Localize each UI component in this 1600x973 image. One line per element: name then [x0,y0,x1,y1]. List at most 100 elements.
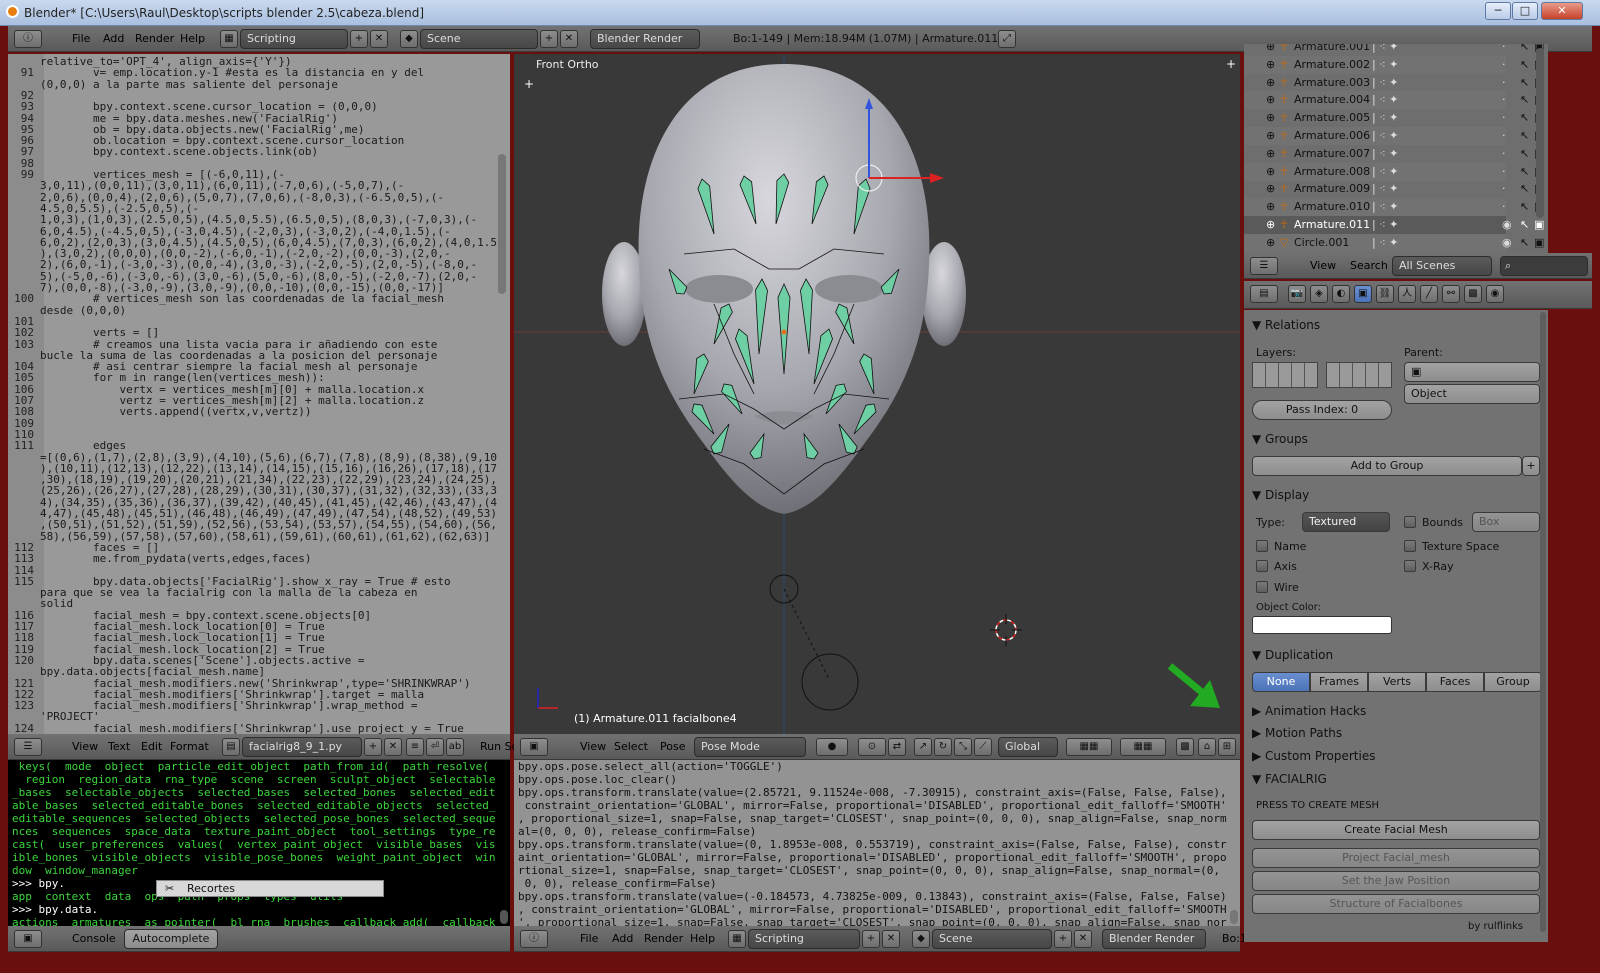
add-to-group-button[interactable]: Add to Group [1252,456,1522,476]
viewport-menu-view[interactable]: View [580,740,606,753]
expand-icon[interactable]: ⊕ [1266,234,1275,252]
console-scrollbar[interactable] [500,910,508,924]
visibility-eye-icon[interactable]: · [1502,198,1506,216]
info-editor-type-icon[interactable]: ⓘ [520,930,548,948]
info-scene-selector[interactable]: Scene [932,929,1052,949]
viewport-shading-icon[interactable]: ● [816,738,848,756]
outliner-search-input[interactable]: ⌕ [1500,256,1588,276]
autocomplete-button[interactable]: Autocomplete [124,929,218,949]
constraints-tab-icon[interactable]: ⛓ [1376,285,1394,303]
physics-tab-icon[interactable]: ◉ [1486,285,1504,303]
outliner-menu-search[interactable]: Search [1350,259,1388,272]
selectable-cursor-icon[interactable]: ↖ [1520,44,1529,56]
snap-toggle-icon[interactable]: ⌂ [1198,738,1216,756]
object-tab-icon[interactable]: ▣ [1354,285,1372,303]
text-datablock-icon[interactable]: ▤ [222,738,240,756]
layers-grid-left[interactable] [1252,362,1318,388]
python-console[interactable]: keys( mode object particle_edit_object p… [8,760,510,926]
info-menu-add[interactable]: Add [612,932,633,945]
selectable-cursor-icon[interactable]: ↖ [1520,91,1529,109]
menu-add[interactable]: Add [103,32,124,45]
expand-icon[interactable]: ⊕ [1266,180,1275,198]
new-text-icon[interactable]: + [364,738,382,756]
duplication-section-header[interactable]: ▼ Duplication [1252,648,1333,662]
text-menu-view[interactable]: View [72,740,98,753]
remove-scene-icon[interactable]: ✕ [560,30,578,48]
layers-grid-right[interactable] [1326,362,1392,388]
selectable-cursor-icon[interactable]: ↖ [1520,216,1529,234]
duplication-group-tab[interactable]: Group [1484,672,1542,692]
visibility-eye-icon[interactable]: ◉ [1502,216,1512,234]
outliner-filter-selector[interactable]: All Scenes [1392,256,1492,276]
outliner-row[interactable]: ⊕☥Armature.009| ⁖ ✦·↖▣ [1244,180,1544,198]
unlink-text-icon[interactable]: ✕ [384,738,402,756]
duplication-verts-tab[interactable]: Verts [1368,672,1426,692]
info-screen-layout-icon[interactable]: ▦ [728,930,746,948]
outliner-scrollbar[interactable] [1536,48,1544,218]
3d-viewport[interactable]: Front Ortho + + (1) Armature.011 facialb… [514,54,1240,734]
manipulator-toggle-icon[interactable]: ⇄ [888,738,906,756]
wire-checkbox[interactable] [1256,581,1268,593]
outliner-menu-view[interactable]: View [1310,259,1336,272]
console-tab-console[interactable]: Console [72,932,116,945]
structure-of-facialbones-button[interactable]: Structure of Facialbones [1252,894,1540,914]
renderable-camera-icon[interactable]: ▣ [1534,234,1544,252]
axis-checkbox[interactable] [1256,560,1268,572]
texture-tab-icon[interactable]: ▩ [1464,285,1482,303]
menu-render[interactable]: Render [135,32,174,45]
add-group-plus-button[interactable]: + [1522,456,1540,476]
text-filename[interactable]: facialrig8_9_1.py [242,737,362,757]
selectable-cursor-icon[interactable]: ↖ [1520,56,1529,74]
outliner-row[interactable]: ⊕ ☥ Armature.011 | ⁖ ✦ ◉ ↖ ▣ [1244,216,1544,234]
expand-icon[interactable]: ⊕ [1266,74,1275,92]
text-menu-edit[interactable]: Edit [141,740,162,753]
minimize-button[interactable]: ─ [1485,2,1511,20]
visibility-eye-icon[interactable]: ◉ [1502,234,1512,252]
texture-space-checkbox[interactable] [1404,540,1416,552]
viewport-menu-select[interactable]: Select [614,740,648,753]
expand-icon[interactable]: ⊕ [1266,127,1275,145]
bounds-type-selector[interactable]: Box [1472,512,1540,532]
line-numbers-toggle-icon[interactable]: ≡ [406,738,424,756]
outliner-row[interactable]: ⊕☥Armature.004| ⁖ ✦·↖▣ [1244,91,1544,110]
info-screen-layout-selector[interactable]: Scripting [748,929,860,949]
custom-properties-section-header[interactable]: ▶ Custom Properties [1252,749,1375,763]
menu-file[interactable]: File [72,32,90,45]
mode-selector[interactable]: Pose Mode [694,737,806,757]
visibility-eye-icon[interactable]: · [1502,163,1506,181]
selectable-cursor-icon[interactable]: ↖ [1520,163,1529,181]
run-script-button[interactable]: Run Sc [480,740,518,753]
scene-tab-icon[interactable]: ◈ [1310,285,1328,303]
bone-constraints-tab-icon[interactable]: ⚯ [1442,285,1460,303]
text-menu-format[interactable]: Format [170,740,209,753]
add-screen-icon[interactable]: + [350,30,368,48]
info-remove-scene-icon[interactable]: ✕ [1074,930,1092,948]
relations-section-header[interactable]: ▼ Relations [1252,318,1320,332]
selectable-cursor-icon[interactable]: ↖ [1520,145,1529,163]
recortes-tooltip[interactable]: ✂ Recortes [156,880,384,897]
maximize-button[interactable]: □ [1512,2,1538,20]
xray-checkbox[interactable] [1404,560,1416,572]
outliner-row[interactable]: ⊕ ▽ Circle.001 | ⁖ ✦ ◉ ↖ ▣ [1244,233,1544,252]
text-editor-type-icon[interactable]: ☰ [14,738,42,756]
visibility-eye-icon[interactable]: · [1502,56,1506,74]
info-menu-file[interactable]: File [580,932,598,945]
extra-manipulator-icon[interactable]: ⟋ [974,738,992,756]
snap-element-icon[interactable]: ⊞ [1218,738,1236,756]
text-scrollbar[interactable] [498,154,506,294]
name-checkbox[interactable] [1256,540,1268,552]
remove-screen-icon[interactable]: ✕ [370,30,388,48]
bone-tab-icon[interactable]: ╱ [1420,285,1438,303]
groups-section-header[interactable]: ▼ Groups [1252,432,1308,446]
layers-grid-b-icon[interactable]: ▦▦ [1120,738,1166,756]
world-tab-icon[interactable]: ◐ [1332,285,1350,303]
expand-icon[interactable]: ⊕ [1266,198,1275,216]
duplication-frames-tab[interactable]: Frames [1310,672,1368,692]
info-remove-screen-icon[interactable]: ✕ [882,930,900,948]
scene-icon[interactable]: ◆ [400,30,418,48]
info-render-engine-selector[interactable]: Blender Render [1102,929,1206,949]
word-wrap-toggle-icon[interactable]: ⏎ [426,738,444,756]
duplication-faces-tab[interactable]: Faces [1426,672,1484,692]
expand-icon[interactable]: ⊕ [1266,44,1275,56]
outliner-row[interactable]: ⊕☥Armature.005| ⁖ ✦·↖▣ [1244,109,1544,127]
